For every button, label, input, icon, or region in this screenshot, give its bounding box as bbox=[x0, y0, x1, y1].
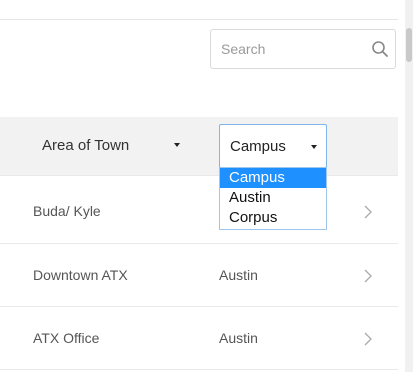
dropdown-option-austin[interactable]: Austin bbox=[220, 188, 326, 208]
caret-down-icon[interactable] bbox=[172, 140, 182, 150]
search-icon[interactable] bbox=[371, 40, 389, 58]
row-area: ATX Office bbox=[33, 330, 100, 346]
row-city: Austin bbox=[219, 267, 258, 283]
chevron-right-icon[interactable] bbox=[363, 204, 373, 220]
row-divider bbox=[0, 369, 398, 370]
dropdown-option-campus[interactable]: Campus bbox=[220, 168, 326, 188]
dropdown-option-corpus[interactable]: Corpus bbox=[220, 208, 326, 228]
row-divider bbox=[0, 306, 398, 307]
area-of-town-header[interactable]: Area of Town bbox=[42, 137, 129, 154]
scrollbar-thumb[interactable] bbox=[406, 28, 412, 62]
row-divider bbox=[0, 175, 398, 176]
top-divider bbox=[0, 19, 398, 20]
row-area: Buda/ Kyle bbox=[33, 203, 101, 219]
row-city: Austin bbox=[219, 330, 258, 346]
city-filter-dropdown[interactable]: Campus Austin Corpus bbox=[219, 167, 327, 230]
chevron-right-icon[interactable] bbox=[363, 268, 373, 284]
city-filter-select[interactable]: Campus bbox=[219, 124, 327, 168]
search-input[interactable] bbox=[211, 30, 371, 68]
search-box[interactable] bbox=[210, 29, 396, 69]
row-divider bbox=[0, 243, 398, 244]
row-area: Downtown ATX bbox=[33, 267, 128, 283]
caret-down-icon bbox=[311, 145, 317, 149]
table-header: Area of Town bbox=[0, 117, 398, 175]
city-filter-value: Campus bbox=[230, 138, 286, 155]
chevron-right-icon[interactable] bbox=[363, 331, 373, 347]
